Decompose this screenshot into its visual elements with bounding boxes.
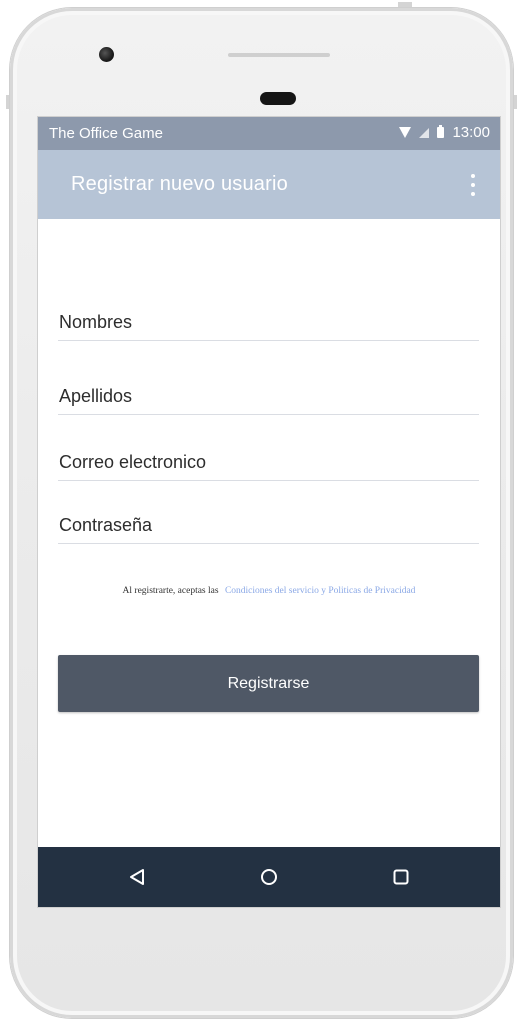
status-app-name: The Office Game (49, 125, 163, 142)
last-name-input[interactable] (59, 386, 474, 407)
terms-link[interactable]: Condiciones del servicio y Politicas de … (225, 586, 416, 596)
front-camera (99, 47, 114, 62)
terms-prefix: Al registrarte, aceptas las (122, 586, 219, 596)
home-circle-shape (261, 869, 277, 885)
first-name-input[interactable] (59, 312, 474, 333)
page: The Office Game 13:00 Registrar nuevo us… (0, 0, 523, 1024)
password-input[interactable] (59, 515, 474, 536)
email-field (58, 440, 479, 481)
phone-screen: The Office Game 13:00 Registrar nuevo us… (38, 117, 500, 907)
signal-icon (419, 127, 430, 138)
home-icon[interactable] (254, 862, 284, 892)
password-field (58, 503, 479, 544)
register-button[interactable]: Registrarse (58, 655, 479, 712)
first-name-field (58, 300, 479, 341)
page-title: Registrar nuevo usuario (71, 173, 288, 195)
menu-dot (471, 174, 475, 178)
status-time: 13:00 (452, 124, 490, 141)
email-input[interactable] (59, 452, 474, 473)
back-triangle-shape (130, 869, 144, 885)
terms-text: Al registrarte, aceptas las Condiciones … (38, 586, 500, 596)
wifi-icon (399, 127, 412, 138)
recents-square-shape (393, 869, 409, 885)
navigation-bar (38, 847, 500, 907)
menu-dot (471, 183, 475, 187)
battery-icon (437, 125, 445, 138)
menu-dot (471, 192, 475, 196)
status-icons: 13:00 (399, 124, 490, 141)
proximity-sensor (260, 92, 296, 105)
recents-icon[interactable] (386, 862, 416, 892)
status-bar: The Office Game 13:00 (38, 117, 500, 150)
volume-button (513, 95, 517, 109)
more-vert-icon[interactable] (468, 174, 478, 196)
app-bar: Registrar nuevo usuario (38, 150, 500, 219)
last-name-field (58, 374, 479, 415)
back-icon[interactable] (122, 862, 152, 892)
earpiece-speaker (228, 53, 330, 57)
